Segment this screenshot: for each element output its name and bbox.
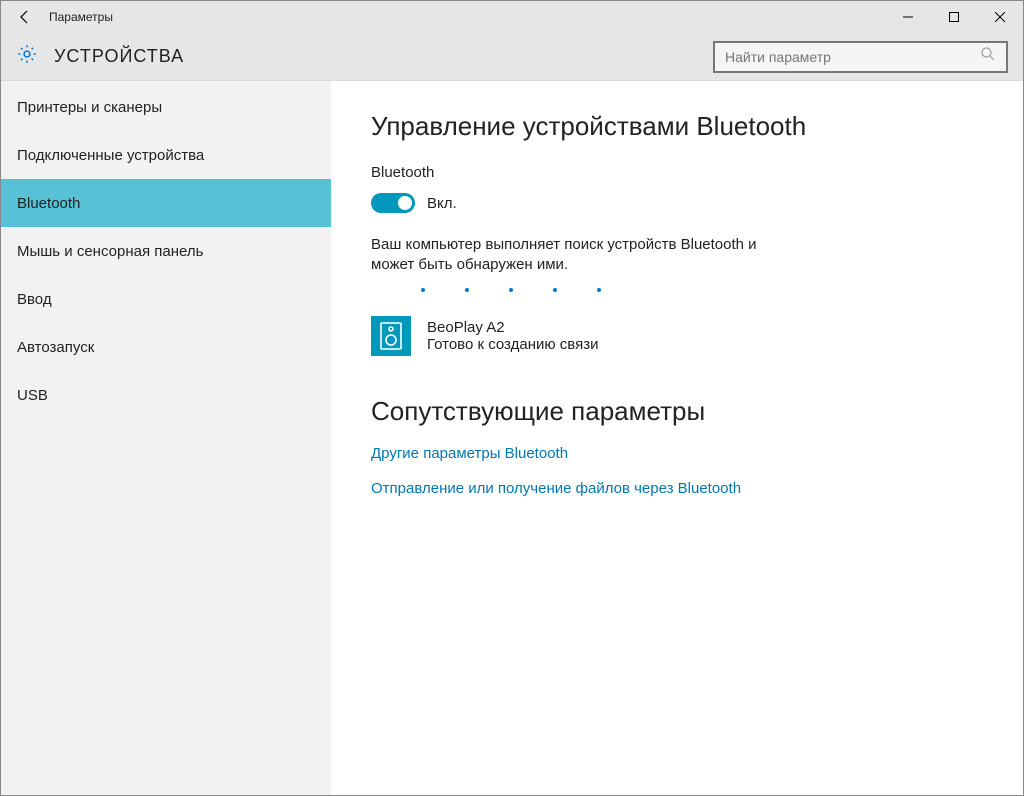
page-heading: Управление устройствами Bluetooth — [371, 111, 983, 142]
header: УСТРОЙСТВА — [1, 33, 1023, 81]
sidebar-item-bluetooth[interactable]: Bluetooth — [1, 179, 331, 227]
device-row[interactable]: BeoPlay A2 Готово к созданию связи — [371, 316, 983, 356]
info-text: Ваш компьютер выполняет поиск устройств … — [371, 235, 801, 276]
minimize-button[interactable] — [885, 1, 931, 33]
speaker-icon — [371, 316, 411, 356]
maximize-button[interactable] — [931, 1, 977, 33]
gear-icon — [16, 43, 38, 70]
back-button[interactable] — [1, 1, 49, 33]
search-icon — [980, 46, 996, 67]
progress-indicator — [371, 282, 983, 316]
sidebar-item-usb[interactable]: USB — [1, 371, 331, 419]
device-name: BeoPlay A2 — [427, 319, 598, 336]
search-input[interactable] — [725, 49, 980, 65]
bluetooth-toggle[interactable] — [371, 193, 415, 213]
sidebar-item-mouse-touchpad[interactable]: Мышь и сенсорная панель — [1, 227, 331, 275]
sidebar-item-label: Автозапуск — [17, 339, 94, 356]
link-more-bluetooth-options[interactable]: Другие параметры Bluetooth — [371, 445, 983, 462]
sidebar-item-connected-devices[interactable]: Подключенные устройства — [1, 131, 331, 179]
toggle-state: Вкл. — [427, 195, 457, 212]
sidebar-item-label: Мышь и сенсорная панель — [17, 243, 203, 260]
section-title: УСТРОЙСТВА — [54, 46, 184, 67]
sidebar-item-label: USB — [17, 387, 48, 404]
link-send-receive-files[interactable]: Отправление или получение файлов через B… — [371, 480, 983, 497]
device-status: Готово к созданию связи — [427, 336, 598, 353]
sidebar: Принтеры и сканеры Подключенные устройст… — [1, 81, 331, 795]
toggle-knob — [398, 196, 412, 210]
sidebar-item-label: Ввод — [17, 291, 52, 308]
window-title: Параметры — [49, 10, 113, 24]
titlebar: Параметры — [1, 1, 1023, 33]
sidebar-item-label: Bluetooth — [17, 195, 80, 212]
sidebar-item-typing[interactable]: Ввод — [1, 275, 331, 323]
sidebar-item-label: Принтеры и сканеры — [17, 99, 162, 116]
toggle-label: Bluetooth — [371, 164, 983, 181]
sidebar-item-label: Подключенные устройства — [17, 147, 204, 164]
related-heading: Сопутствующие параметры — [371, 396, 983, 427]
sidebar-item-autoplay[interactable]: Автозапуск — [1, 323, 331, 371]
content: Управление устройствами Bluetooth Blueto… — [331, 81, 1023, 795]
search-box[interactable] — [713, 41, 1008, 73]
close-button[interactable] — [977, 1, 1023, 33]
sidebar-item-printers[interactable]: Принтеры и сканеры — [1, 83, 331, 131]
